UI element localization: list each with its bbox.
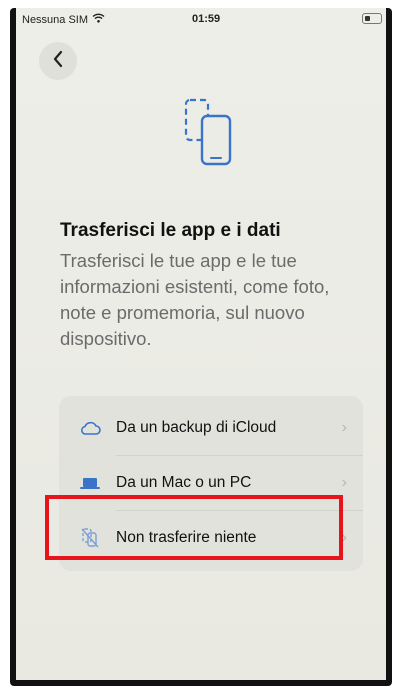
option-label: Da un Mac o un PC	[116, 474, 252, 491]
chevron-left-icon	[52, 50, 64, 73]
phone-screen: Nessuna SIM 01:59 Trasferisci le app e i…	[16, 8, 386, 680]
status-bar: Nessuna SIM 01:59	[16, 8, 386, 30]
battery-icon	[362, 13, 382, 24]
back-button[interactable]	[39, 42, 77, 80]
devices-transfer-icon	[182, 98, 242, 168]
option-label: Da un backup di iCloud	[116, 419, 277, 436]
screenshot-frame: Nessuna SIM 01:59 Trasferisci le app e i…	[0, 0, 396, 690]
cloud-icon	[79, 418, 101, 438]
chevron-right-icon: ›	[341, 419, 347, 436]
status-time: 01:59	[192, 13, 221, 25]
carrier-indicator: Nessuna SIM	[22, 13, 105, 26]
page-title: Trasferisci le app e i dati	[60, 220, 281, 241]
page-description: Trasferisci le tue app e le tue informaz…	[60, 250, 330, 349]
wifi-icon	[92, 13, 105, 26]
laptop-icon	[79, 473, 101, 493]
highlight-annotation-box	[45, 495, 343, 560]
chevron-right-icon: ›	[341, 474, 347, 491]
carrier-label: Nessuna SIM	[22, 13, 89, 26]
option-icloud-backup[interactable]: Da un backup di iCloud ›	[59, 401, 363, 455]
